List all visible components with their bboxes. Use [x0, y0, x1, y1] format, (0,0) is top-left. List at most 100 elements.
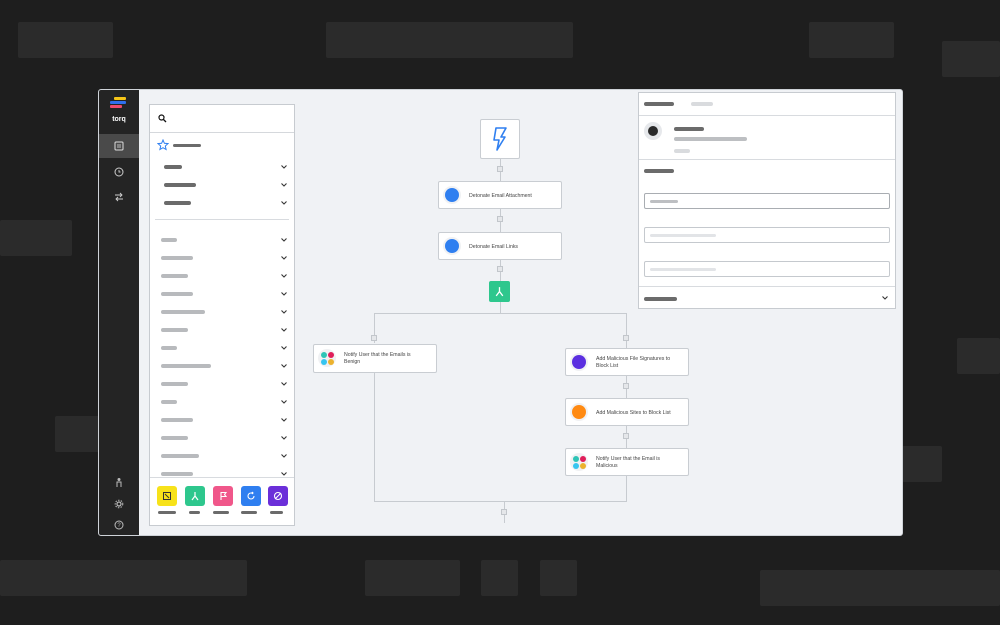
- property-field[interactable]: [644, 261, 890, 277]
- property-field[interactable]: [644, 193, 890, 209]
- chevron-down-icon[interactable]: [280, 326, 288, 334]
- step-icon: [163, 492, 171, 500]
- exit-icon: [273, 491, 283, 501]
- step-detonate-links[interactable]: Detonate Email Links: [438, 232, 562, 260]
- step-add-sites[interactable]: Add Malicious Sites to Block List: [565, 398, 689, 426]
- category-label: [161, 436, 188, 440]
- favorites-label: [173, 144, 201, 147]
- step-label: Add Malicious File Signatures to Block L…: [596, 356, 671, 369]
- step-avatar: [648, 126, 658, 136]
- connector-dot[interactable]: [497, 216, 503, 222]
- loop-tile[interactable]: [241, 486, 261, 506]
- connector-dot[interactable]: [623, 335, 629, 341]
- library-divider: [155, 219, 289, 220]
- library-category-row[interactable]: [150, 178, 296, 192]
- nav-rail: torq ?: [99, 90, 139, 535]
- step-icon: [445, 239, 459, 253]
- library-category-row[interactable]: [150, 377, 296, 391]
- exit-tile[interactable]: [268, 486, 288, 506]
- trigger-node[interactable]: [480, 119, 520, 159]
- fork-icon: [191, 492, 199, 501]
- step-notify-benign[interactable]: Notify User that the Emails is Benign: [313, 344, 437, 373]
- chevron-down-icon[interactable]: [280, 254, 288, 262]
- connector-dot[interactable]: [501, 509, 507, 515]
- connector-dot[interactable]: [623, 383, 629, 389]
- chevron-down-icon[interactable]: [280, 452, 288, 460]
- library-category-row[interactable]: [150, 359, 296, 373]
- step-label: Notify User that the Email is Malicious: [596, 456, 661, 469]
- step-notify-malicious[interactable]: Notify User that the Email is Malicious: [565, 448, 689, 476]
- chevron-down-icon[interactable]: [280, 272, 288, 280]
- connector-dot[interactable]: [497, 266, 503, 272]
- properties-tab[interactable]: [691, 102, 713, 106]
- step-detonate-attachment[interactable]: Detonate Email Attachment: [438, 181, 562, 209]
- library-category-row[interactable]: [150, 449, 296, 463]
- integration-tile[interactable]: [157, 486, 177, 506]
- library-category-row[interactable]: [150, 395, 296, 409]
- bolt-icon: [493, 127, 507, 151]
- chevron-down-icon[interactable]: [280, 199, 288, 207]
- step-icon: [445, 188, 459, 202]
- chevron-down-icon[interactable]: [881, 294, 889, 302]
- library-category-row[interactable]: [150, 287, 296, 301]
- logo-text: torq: [112, 116, 126, 123]
- app-window: torq ? Detonate Email Attachment Detonat…: [98, 89, 903, 536]
- history-icon[interactable]: [99, 160, 139, 184]
- category-label: [161, 364, 211, 368]
- category-label: [161, 346, 177, 350]
- chevron-down-icon[interactable]: [280, 434, 288, 442]
- chevron-down-icon[interactable]: [280, 398, 288, 406]
- chevron-down-icon[interactable]: [280, 181, 288, 189]
- library-category-row[interactable]: [150, 431, 296, 445]
- library-category-row[interactable]: [150, 160, 296, 174]
- torq-logo: [110, 97, 128, 109]
- chevron-down-icon[interactable]: [280, 163, 288, 171]
- help-icon[interactable]: ?: [99, 513, 139, 535]
- library-category-row[interactable]: [150, 233, 296, 247]
- connector-dot[interactable]: [623, 433, 629, 439]
- category-label: [161, 292, 193, 296]
- category-label: [161, 328, 188, 332]
- library-category-row[interactable]: [150, 305, 296, 319]
- category-label: [164, 201, 191, 205]
- branch-tile[interactable]: [185, 486, 205, 506]
- chevron-down-icon[interactable]: [280, 236, 288, 244]
- workflows-icon[interactable]: [99, 134, 139, 158]
- advanced-section[interactable]: [644, 297, 677, 301]
- step-add-signatures[interactable]: Add Malicious File Signatures to Block L…: [565, 348, 689, 376]
- library-category-row[interactable]: [150, 196, 296, 210]
- chevron-down-icon[interactable]: [280, 416, 288, 424]
- flag-tile[interactable]: [213, 486, 233, 506]
- fork-icon: [495, 287, 504, 297]
- library-category-row[interactable]: [150, 413, 296, 427]
- integrations-icon[interactable]: [99, 185, 139, 209]
- section-title: [644, 169, 674, 173]
- connector-dot[interactable]: [497, 166, 503, 172]
- category-label: [161, 256, 193, 260]
- category-label: [161, 418, 193, 422]
- search-input[interactable]: [150, 105, 294, 133]
- category-label: [161, 382, 188, 386]
- chevron-down-icon[interactable]: [280, 290, 288, 298]
- chevron-down-icon[interactable]: [280, 362, 288, 370]
- library-category-row[interactable]: [150, 323, 296, 337]
- chevron-down-icon[interactable]: [280, 380, 288, 388]
- connector-dot[interactable]: [371, 335, 377, 341]
- library-category-row[interactable]: [150, 341, 296, 355]
- step-label: Detonate Email Attachment: [469, 193, 532, 199]
- step-label: Detonate Email Links: [469, 244, 519, 250]
- category-label: [161, 310, 205, 314]
- star-icon[interactable]: [157, 139, 169, 151]
- properties-tab[interactable]: [644, 102, 674, 106]
- chevron-down-icon[interactable]: [280, 308, 288, 316]
- user-icon[interactable]: [99, 470, 139, 494]
- property-field[interactable]: [644, 227, 890, 243]
- chevron-down-icon[interactable]: [280, 344, 288, 352]
- loop-icon: [247, 491, 255, 500]
- library-category-row[interactable]: [150, 269, 296, 283]
- branch-node[interactable]: [489, 281, 510, 302]
- flag-icon: [220, 491, 228, 500]
- step-type-tiles: [150, 477, 294, 525]
- step-icon: [572, 405, 586, 419]
- library-category-row[interactable]: [150, 251, 296, 265]
